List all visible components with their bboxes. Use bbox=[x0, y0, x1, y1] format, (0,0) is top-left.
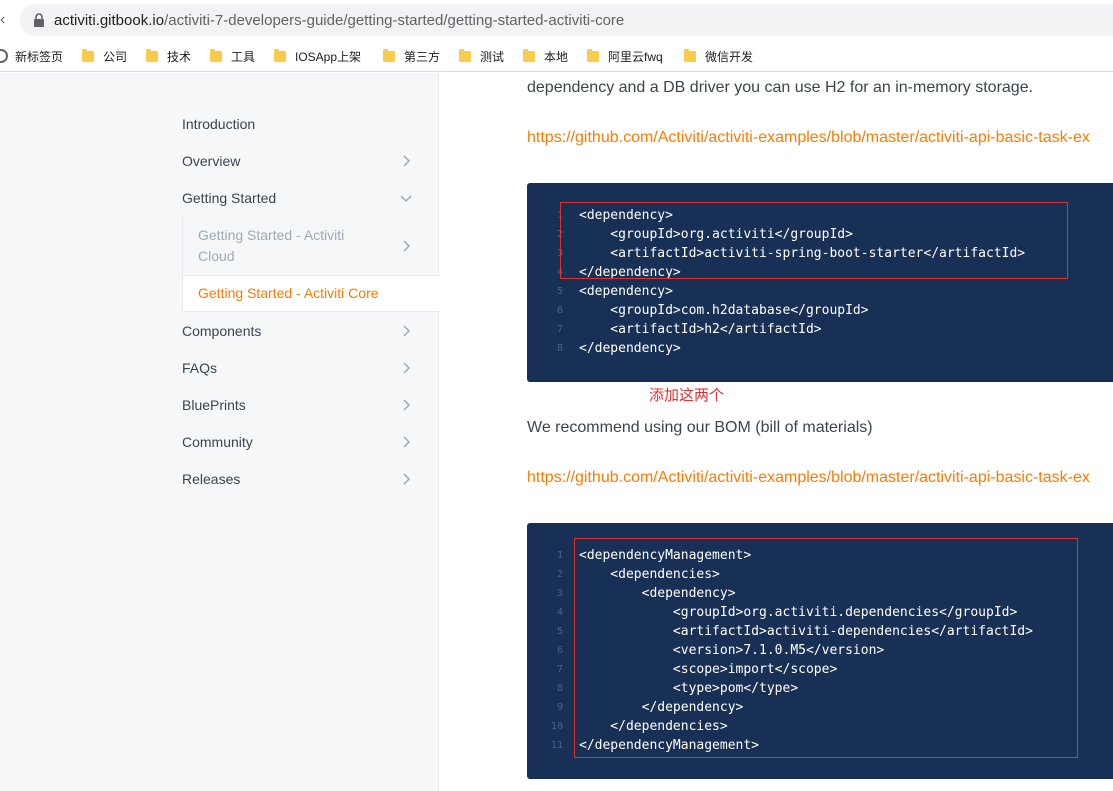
sidebar-item-label: BluePrints bbox=[182, 396, 246, 413]
line-number: 11 bbox=[550, 740, 563, 751]
chevron-right-icon[interactable] bbox=[398, 153, 414, 169]
code-block: 1 <dependency> 2 <groupId>org.activiti</g… bbox=[527, 183, 1113, 382]
url-text[interactable]: activiti.gitbook.io/activiti-7-developer… bbox=[54, 12, 624, 30]
sidebar-item-label: Releases bbox=[182, 470, 241, 487]
url-path: /activiti-7-developers-guide/getting-sta… bbox=[164, 12, 625, 29]
line-number: 9 bbox=[556, 702, 563, 713]
folder-icon bbox=[523, 48, 535, 62]
chevron-right-icon[interactable] bbox=[398, 434, 414, 450]
bookmark-new-tab[interactable]: 新标签页 bbox=[0, 40, 63, 72]
chevron-right-icon[interactable] bbox=[398, 397, 414, 413]
sidebar-item-faqs[interactable]: FAQs bbox=[182, 349, 439, 386]
code-text: <dependency> bbox=[579, 284, 673, 299]
line-number: 7 bbox=[556, 324, 563, 335]
bookmark-label: IOSApp上架 bbox=[295, 49, 362, 64]
line-number: 3 bbox=[556, 588, 563, 599]
chevron-right-icon[interactable] bbox=[398, 471, 414, 487]
code-text: <groupId>com.h2database</groupId> bbox=[579, 303, 869, 318]
line-number: 5 bbox=[556, 626, 563, 637]
bookmark-label: 公司 bbox=[103, 49, 128, 64]
sidebar-item-getting-started[interactable]: Getting Started bbox=[182, 179, 439, 216]
annotation-note: 添加这两个 bbox=[649, 387, 725, 404]
line-number: 2 bbox=[556, 569, 563, 580]
back-icon[interactable]: ‹ bbox=[0, 12, 10, 28]
line-number: 5 bbox=[556, 286, 563, 297]
bookmark-label: 技术 bbox=[167, 49, 192, 64]
folder-icon bbox=[459, 48, 471, 62]
bookmark-folder[interactable]: 第三方 bbox=[383, 40, 440, 72]
sidebar-item-getting-started-cloud[interactable]: Getting Started - Activiti Cloud bbox=[182, 216, 439, 275]
sidebar-item-label: Introduction bbox=[182, 115, 256, 132]
lock-icon[interactable] bbox=[33, 13, 45, 27]
sidebar-item-releases[interactable]: Releases bbox=[182, 460, 439, 497]
sidebar-item-blueprints[interactable]: BluePrints bbox=[182, 386, 439, 423]
bookmark-folder[interactable]: IOSApp上架 bbox=[274, 40, 361, 72]
bookmark-label: 新标签页 bbox=[15, 49, 64, 64]
line-number: 7 bbox=[556, 664, 563, 675]
folder-icon bbox=[587, 48, 599, 62]
bookmark-folder[interactable]: 工具 bbox=[210, 40, 255, 72]
sidebar-item-getting-started-core[interactable]: Getting Started - Activiti Core bbox=[182, 275, 439, 312]
folder-icon bbox=[82, 48, 94, 62]
sidebar-item-label: Getting Started - Activiti Cloud bbox=[183, 225, 398, 267]
code-text: </dependency> bbox=[579, 341, 681, 356]
address-bar: ‹ activiti.gitbook.io/activiti-7-develop… bbox=[0, 0, 1113, 40]
sidebar: Introduction Overview Getting Started Ge… bbox=[0, 73, 439, 791]
sidebar-item-components[interactable]: Components bbox=[182, 312, 439, 349]
url-host: activiti.gitbook.io bbox=[54, 12, 165, 29]
folder-icon bbox=[383, 48, 395, 62]
sidebar-item-overview[interactable]: Overview bbox=[182, 142, 439, 179]
folder-icon bbox=[210, 48, 222, 62]
sidebar-item-label: Getting Started bbox=[182, 189, 277, 206]
bookmark-label: 工具 bbox=[231, 49, 256, 64]
bookmark-folder[interactable]: 技术 bbox=[146, 40, 191, 72]
code-text: <artifactId>h2</artifactId> bbox=[579, 322, 822, 337]
bookmarks-bar: 新标签页 公司 技术 工具 IOSApp上架 第三方 测试 本地 阿里云fwq … bbox=[0, 40, 1113, 72]
sidebar-item-label: FAQs bbox=[182, 359, 218, 376]
highlight-box bbox=[574, 538, 1078, 758]
bookmark-label: 第三方 bbox=[404, 49, 441, 64]
bookmark-label: 阿里云fwq bbox=[608, 49, 663, 64]
code-block: 1 <dependencyManagement> 2 <dependencies>… bbox=[527, 523, 1113, 779]
bookmark-folder[interactable]: 微信开发 bbox=[684, 40, 753, 72]
sidebar-item-label: Community bbox=[182, 433, 253, 450]
chevron-right-icon[interactable] bbox=[398, 323, 414, 339]
globe-icon bbox=[0, 49, 8, 63]
paragraph: We recommend using our BOM (bill of mate… bbox=[527, 419, 873, 436]
bookmark-folder[interactable]: 公司 bbox=[82, 40, 127, 72]
bookmark-folder[interactable]: 本地 bbox=[523, 40, 568, 72]
line-number: 6 bbox=[556, 645, 563, 656]
line-number: 8 bbox=[556, 683, 563, 694]
chevron-down-icon[interactable] bbox=[398, 190, 414, 206]
line-number: 4 bbox=[556, 607, 563, 618]
bookmark-label: 本地 bbox=[544, 49, 569, 64]
example-link[interactable]: https://github.com/Activiti/activiti-exa… bbox=[527, 128, 1090, 148]
line-number: 1 bbox=[556, 550, 563, 561]
folder-icon bbox=[684, 48, 696, 62]
bookmark-folder[interactable]: 阿里云fwq bbox=[587, 40, 663, 72]
sidebar-item-label: Components bbox=[182, 322, 262, 339]
line-number: 10 bbox=[550, 721, 563, 732]
bookmark-folder[interactable]: 测试 bbox=[459, 40, 504, 72]
sidebar-item-introduction[interactable]: Introduction bbox=[182, 105, 439, 142]
paragraph: dependency and a DB driver you can use H… bbox=[527, 79, 1034, 96]
bookmark-label: 微信开发 bbox=[705, 49, 754, 64]
folder-icon bbox=[146, 48, 158, 62]
chevron-right-icon[interactable] bbox=[398, 360, 414, 376]
chevron-right-icon[interactable] bbox=[398, 238, 414, 254]
label-line: Cloud bbox=[198, 247, 235, 264]
bookmark-label: 测试 bbox=[480, 49, 505, 64]
sidebar-item-label: Getting Started - Activiti Core bbox=[198, 285, 379, 301]
highlight-box bbox=[560, 202, 1068, 279]
line-number: 8 bbox=[556, 343, 563, 354]
sidebar-item-community[interactable]: Community bbox=[182, 423, 439, 460]
line-number: 6 bbox=[556, 305, 563, 316]
example-link[interactable]: https://github.com/Activiti/activiti-exa… bbox=[527, 468, 1090, 488]
sidebar-item-label: Overview bbox=[182, 152, 241, 169]
main-content: dependency and a DB driver you can use H… bbox=[440, 73, 1113, 791]
folder-icon bbox=[274, 48, 286, 62]
label-line: Getting Started - Activiti bbox=[198, 226, 345, 243]
